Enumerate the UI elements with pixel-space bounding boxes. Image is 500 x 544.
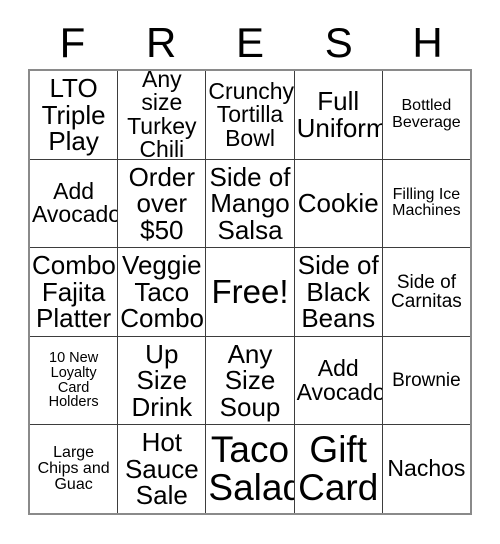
bingo-cell-label: Brownie: [392, 369, 461, 391]
bingo-cell-r4-c1[interactable]: 10 New Loyalty Card Holders: [30, 336, 118, 425]
bingo-card: F R E S H LTO Triple Play Any size Turkey Chi…: [0, 0, 500, 544]
bingo-cell-r4-c2[interactable]: Up Size Drink: [117, 336, 206, 425]
bingo-cell-label: Side of Carnitas: [391, 271, 462, 312]
bingo-cell-r1-c3[interactable]: Crunchy Tortilla Bowl: [205, 71, 294, 159]
bingo-row: Large Chips and Guac Hot Sauce Sale Taco S…: [30, 424, 471, 513]
bingo-row: 10 New Loyalty Card Holders Up Size Drink…: [30, 335, 471, 425]
bingo-cell-r5-c5[interactable]: Nachos: [381, 425, 471, 513]
bingo-cell-label: 10 New Loyalty Card Holders: [48, 350, 99, 411]
bingo-cell-r2-c3[interactable]: Side of Mango Salsa: [205, 159, 294, 248]
bingo-cell-r4-c3[interactable]: Any Size Soup: [205, 336, 294, 425]
bingo-cell-label: Filling Ice Machines: [392, 186, 461, 220]
bingo-cell-label: Gift Card: [298, 429, 379, 509]
bingo-header-letter-5: H: [412, 19, 443, 66]
bingo-cell-label: LTO Triple Play: [41, 73, 106, 157]
bingo-cell-label: Full Uniform: [296, 86, 382, 143]
bingo-cell-label: Up Size Drink: [131, 338, 193, 422]
bingo-cell-label: Taco Salad: [208, 429, 294, 509]
bingo-cell-r2-c2[interactable]: Order over $50: [117, 159, 206, 248]
bingo-cell-r5-c2[interactable]: Hot Sauce Sale: [117, 425, 206, 513]
bingo-row: LTO Triple Play Any size Turkey Chili Crun…: [30, 71, 471, 159]
bingo-header-letter-3: E: [235, 19, 264, 66]
bingo-free-space[interactable]: Free!: [205, 248, 294, 336]
bingo-cell-r4-c4[interactable]: Add Avocado: [293, 336, 382, 425]
bingo-cell-r4-c5[interactable]: Brownie: [381, 336, 471, 425]
bingo-cell-label: Hot Sauce Sale: [124, 427, 199, 511]
bingo-cell-label: Cookie: [297, 188, 379, 219]
bingo-cell-label: Large Chips and Guac: [37, 443, 110, 494]
bingo-cell-label: Add Avocado: [296, 355, 382, 405]
bingo-cell-label: Free!: [211, 273, 289, 311]
bingo-cell-label: Veggie Taco Combo: [120, 250, 205, 334]
bingo-header-letter-1: F: [59, 19, 86, 66]
bingo-cell-r1-c1[interactable]: LTO Triple Play: [30, 71, 118, 159]
bingo-header-row: FRESH: [28, 18, 472, 68]
bingo-cell-label: Any Size Soup: [219, 338, 281, 422]
bingo-cell-r1-c4[interactable]: Full Uniform: [293, 71, 382, 159]
bingo-cell-r2-c4[interactable]: Cookie: [293, 159, 382, 248]
bingo-cell-r5-c4[interactable]: Gift Card: [293, 425, 382, 513]
bingo-cell-label: Combo Fajita Platter: [32, 250, 116, 334]
bingo-cell-label: Any size Turkey Chili: [127, 71, 197, 159]
bingo-cell-r5-c1[interactable]: Large Chips and Guac: [30, 425, 118, 513]
bingo-cell-label: Bottled Beverage: [392, 97, 461, 131]
bingo-cell-r3-c5[interactable]: Side of Carnitas: [381, 248, 471, 336]
bingo-cell-label: Add Avocado: [32, 177, 118, 228]
bingo-cell-r3-c4[interactable]: Side of Black Beans: [293, 248, 382, 336]
bingo-row: Combo Fajita Platter Veggie Taco Combo Fre…: [30, 247, 471, 336]
bingo-cell-r5-c3[interactable]: Taco Salad: [205, 425, 294, 513]
bingo-grid: LTO Triple Play Any size Turkey Chili Crun…: [28, 69, 472, 515]
bingo-row: Add Avocado Order over $50 Side of Mango S…: [30, 158, 471, 248]
bingo-header-letter-2: R: [146, 19, 177, 66]
bingo-cell-label: Side of Mango Salsa: [209, 161, 291, 245]
bingo-cell-r2-c5[interactable]: Filling Ice Machines: [381, 159, 471, 248]
bingo-cell-label: Side of Black Beans: [297, 250, 379, 334]
bingo-cell-r1-c2[interactable]: Any size Turkey Chili: [117, 71, 206, 159]
bingo-cell-r1-c5[interactable]: Bottled Beverage: [381, 71, 471, 159]
bingo-header-letter-4: S: [324, 19, 353, 66]
bingo-cell-label: Crunchy Tortilla Bowl: [208, 77, 294, 151]
bingo-cell-r3-c1[interactable]: Combo Fajita Platter: [30, 248, 118, 336]
bingo-cell-label: Nachos: [387, 455, 466, 482]
bingo-cell-label: Order over $50: [128, 161, 196, 245]
bingo-cell-r2-c1[interactable]: Add Avocado: [30, 159, 118, 248]
bingo-cell-r3-c2[interactable]: Veggie Taco Combo: [117, 248, 206, 336]
